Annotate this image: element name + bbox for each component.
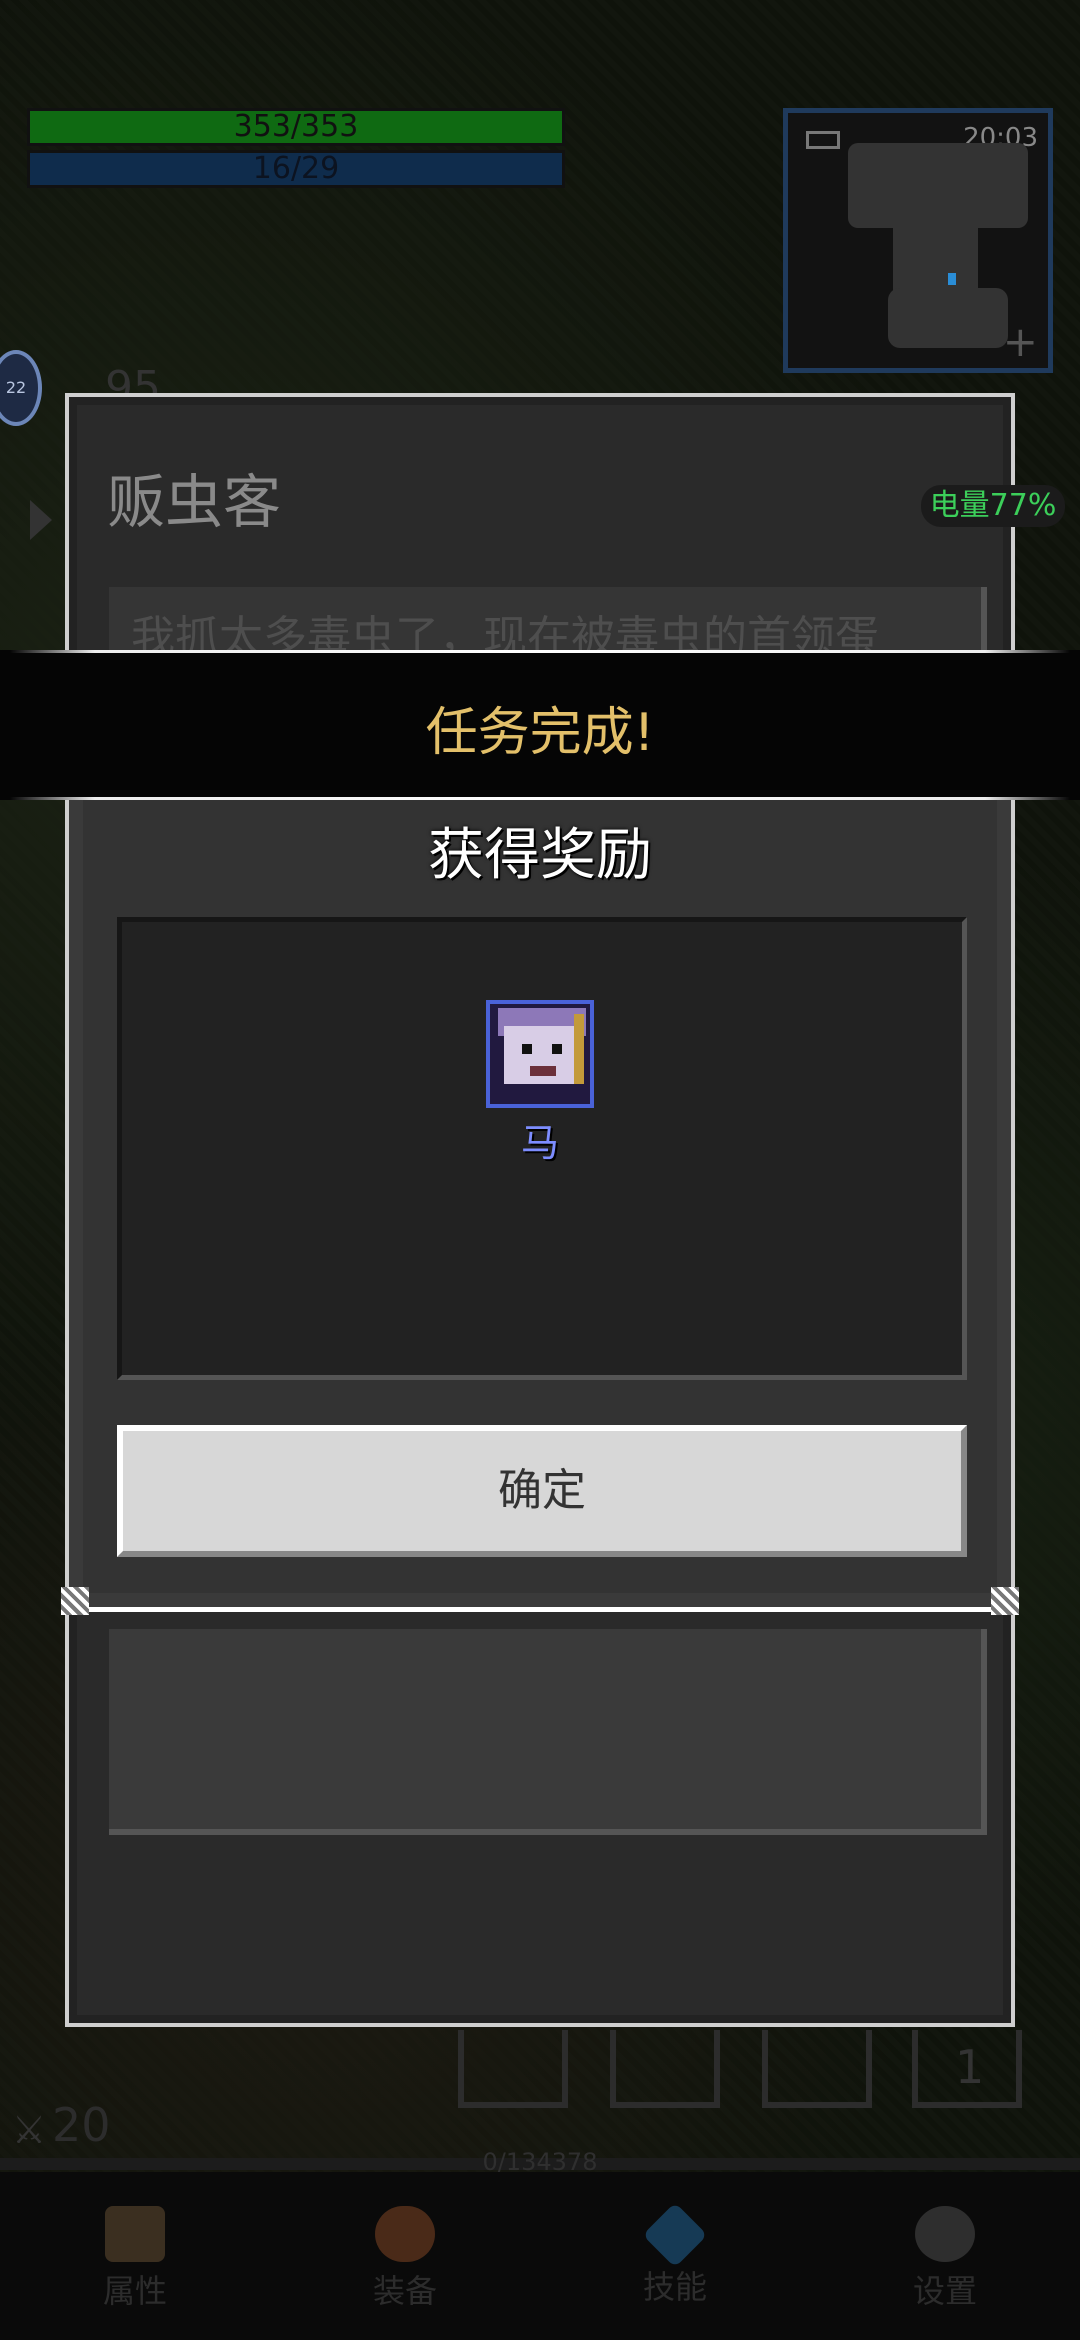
hp-bar: 353/353: [27, 108, 565, 146]
reward-item-name: 马: [520, 1121, 559, 1165]
hp-text: 353/353: [233, 109, 359, 144]
bottom-nav: 属性 装备 技能 设置: [0, 2172, 1080, 2340]
item-mouth: [530, 1066, 556, 1076]
minimap[interactable]: 20:03 +: [783, 108, 1053, 373]
mp-bar: 16/29: [27, 150, 565, 188]
nav-label: 属性: [102, 2272, 167, 2310]
minimap-room: [893, 223, 978, 293]
sword-icon: ⚔: [12, 2108, 47, 2152]
minimap-expand-icon[interactable]: +: [1003, 317, 1038, 366]
npc-name: 贩虫客: [107, 468, 282, 536]
bag-icon: [375, 2206, 435, 2262]
helmet-icon: [105, 2206, 165, 2262]
nav-item-settings[interactable]: 设置: [810, 2172, 1080, 2340]
item-eye: [522, 1044, 532, 1054]
player-marker-icon: [948, 273, 956, 285]
corner-decoration: [61, 1587, 89, 1615]
banner-divider: [10, 650, 1070, 653]
banner-title: 任务完成!: [425, 703, 655, 763]
nav-item-equipment[interactable]: 装备: [270, 2172, 540, 2340]
item-frame: [574, 1014, 584, 1084]
nav-item-skills[interactable]: 技能: [540, 2172, 810, 2340]
battery-icon: [806, 131, 840, 149]
nav-label: 设置: [912, 2272, 977, 2310]
battery-status: 电量77%: [921, 485, 1065, 527]
gear-icon: [915, 2206, 975, 2262]
nav-label: 装备: [372, 2272, 437, 2310]
play-arrow-icon: [30, 500, 52, 540]
reward-title: 获得奖励: [428, 823, 652, 888]
npc-option-box: [109, 1629, 987, 1835]
minimap-room: [888, 288, 1008, 348]
nav-label: 技能: [642, 2268, 707, 2306]
crystal-icon: [642, 2202, 708, 2268]
corner-decoration: [991, 1587, 1019, 1615]
slot-number: 1: [955, 2040, 985, 2094]
skill-slot[interactable]: [610, 2030, 720, 2108]
reward-dialog: 获得奖励 确定: [61, 800, 1019, 1615]
skill-slot[interactable]: [762, 2030, 872, 2108]
item-eye: [552, 1044, 562, 1054]
horse-item-icon[interactable]: [486, 1000, 594, 1108]
confirm-button[interactable]: 确定: [117, 1425, 967, 1557]
mission-complete-banner: 任务完成!: [0, 650, 1080, 800]
minimap-room: [848, 143, 1028, 228]
mp-text: 16/29: [252, 151, 340, 186]
level-text: 22: [5, 378, 27, 397]
nav-item-attributes[interactable]: 属性: [0, 2172, 270, 2340]
weapon-count: 20: [52, 2098, 111, 2152]
skill-slot[interactable]: [458, 2030, 568, 2108]
